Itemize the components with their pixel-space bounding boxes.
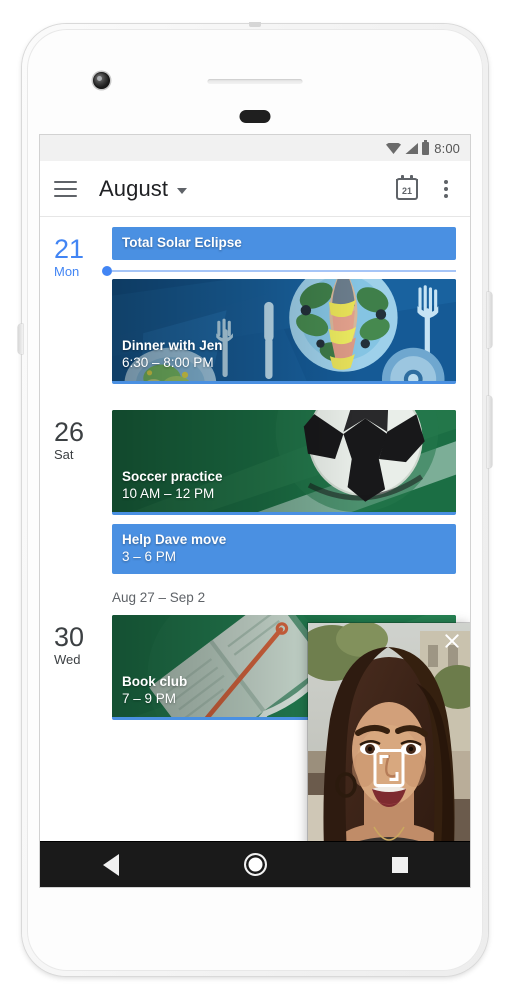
event-time: 3 – 6 PM xyxy=(122,549,177,564)
event-chip-help-dave-move[interactable]: Help Dave move 3 – 6 PM xyxy=(112,524,456,574)
date-weekday: Wed xyxy=(54,652,81,667)
video-call-participant xyxy=(308,623,470,841)
overflow-menu-icon[interactable] xyxy=(436,179,456,198)
calendar-tab-left xyxy=(401,174,404,179)
events-column: Soccer practice 10 AM – 12 PM Help Dave … xyxy=(112,410,470,574)
phone-device: 8:00 August 21 21 Mon Total Solar Eclips… xyxy=(18,22,492,976)
app-bar: August 21 xyxy=(40,161,470,217)
date-weekday: Sat xyxy=(54,447,74,462)
event-title: Help Dave move xyxy=(122,532,227,547)
event-time: 6:30 – 8:00 PM xyxy=(122,355,214,370)
current-time-line xyxy=(112,270,456,272)
event-chip-text: Help Dave move 3 – 6 PM xyxy=(112,524,456,574)
date-number: 21 xyxy=(54,234,85,264)
event-title: Book club xyxy=(122,674,188,689)
cell-signal-icon xyxy=(405,142,419,154)
event-chip-soccer-practice[interactable]: Soccer practice 10 AM – 12 PM xyxy=(112,410,456,515)
date-number: 30 xyxy=(54,622,85,652)
volume-button[interactable] xyxy=(487,396,492,468)
back-triangle-icon[interactable] xyxy=(102,853,119,876)
week-range-label: Aug 27 – Sep 2 xyxy=(112,590,206,605)
date-column: 21 Mon xyxy=(54,227,112,384)
calendar-today-number: 21 xyxy=(401,185,412,196)
event-chip-text: Dinner with Jen 6:30 – 8:00 PM xyxy=(112,330,233,381)
events-column: Total Solar Eclipse Dinner with Jen 6:30… xyxy=(102,227,470,384)
agenda-day-row: 26 Sat Soccer practice 10 AM – 12 PM Hel… xyxy=(40,384,470,574)
agenda-day-row: 21 Mon Total Solar Eclipse Dinner with J… xyxy=(40,217,470,384)
event-chip-text: Book club 7 – 9 PM xyxy=(112,666,197,717)
expand-corner-top-left xyxy=(379,754,389,764)
calendar-today-icon[interactable]: 21 xyxy=(396,174,418,200)
antenna-band xyxy=(249,22,261,27)
picture-in-picture-window[interactable] xyxy=(308,623,470,841)
power-button[interactable] xyxy=(487,292,492,348)
event-chip-total-solar-eclipse[interactable]: Total Solar Eclipse xyxy=(112,227,456,260)
android-navigation-bar xyxy=(40,841,470,887)
front-camera-icon xyxy=(93,72,110,89)
date-column: 30 Wed xyxy=(54,615,112,720)
event-chip-text: Soccer practice 10 AM – 12 PM xyxy=(112,461,233,512)
screenshot-root: 8:00 August 21 21 Mon Total Solar Eclips… xyxy=(0,0,509,1000)
status-icons xyxy=(386,139,430,155)
event-time: 10 AM – 12 PM xyxy=(122,486,215,501)
event-title: Total Solar Eclipse xyxy=(122,235,242,250)
event-title: Soccer practice xyxy=(122,469,223,484)
event-chip-text: Total Solar Eclipse xyxy=(112,227,456,260)
hamburger-menu-icon[interactable] xyxy=(54,180,77,197)
phone-screen: 8:00 August 21 21 Mon Total Solar Eclips… xyxy=(40,135,470,887)
status-bar: 8:00 xyxy=(40,135,470,161)
expand-to-fullscreen-icon[interactable] xyxy=(373,748,405,787)
proximity-sensor-icon xyxy=(239,110,271,123)
recents-square-icon[interactable] xyxy=(391,856,408,873)
battery-icon xyxy=(422,139,430,155)
page-title[interactable]: August xyxy=(99,176,168,202)
wifi-icon xyxy=(386,142,402,154)
status-bar-clock: 8:00 xyxy=(434,140,460,156)
earpiece-speaker-icon xyxy=(207,79,303,84)
expand-corner-bottom-right xyxy=(389,771,399,781)
current-time-indicator xyxy=(102,263,456,277)
home-circle-icon[interactable] xyxy=(243,853,267,876)
event-title: Dinner with Jen xyxy=(122,338,223,353)
left-side-button[interactable] xyxy=(18,324,23,354)
event-chip-dinner-with-jen[interactable]: Dinner with Jen 6:30 – 8:00 PM xyxy=(112,279,456,384)
date-number: 26 xyxy=(54,417,85,447)
chevron-down-icon[interactable] xyxy=(177,187,188,194)
agenda-list[interactable]: 21 Mon Total Solar Eclipse Dinner with J… xyxy=(40,217,470,841)
close-icon[interactable] xyxy=(443,632,461,650)
current-time-dot xyxy=(102,266,112,276)
calendar-tab-right xyxy=(410,174,413,179)
date-column: 26 Sat xyxy=(54,410,112,574)
event-time: 7 – 9 PM xyxy=(122,691,177,706)
